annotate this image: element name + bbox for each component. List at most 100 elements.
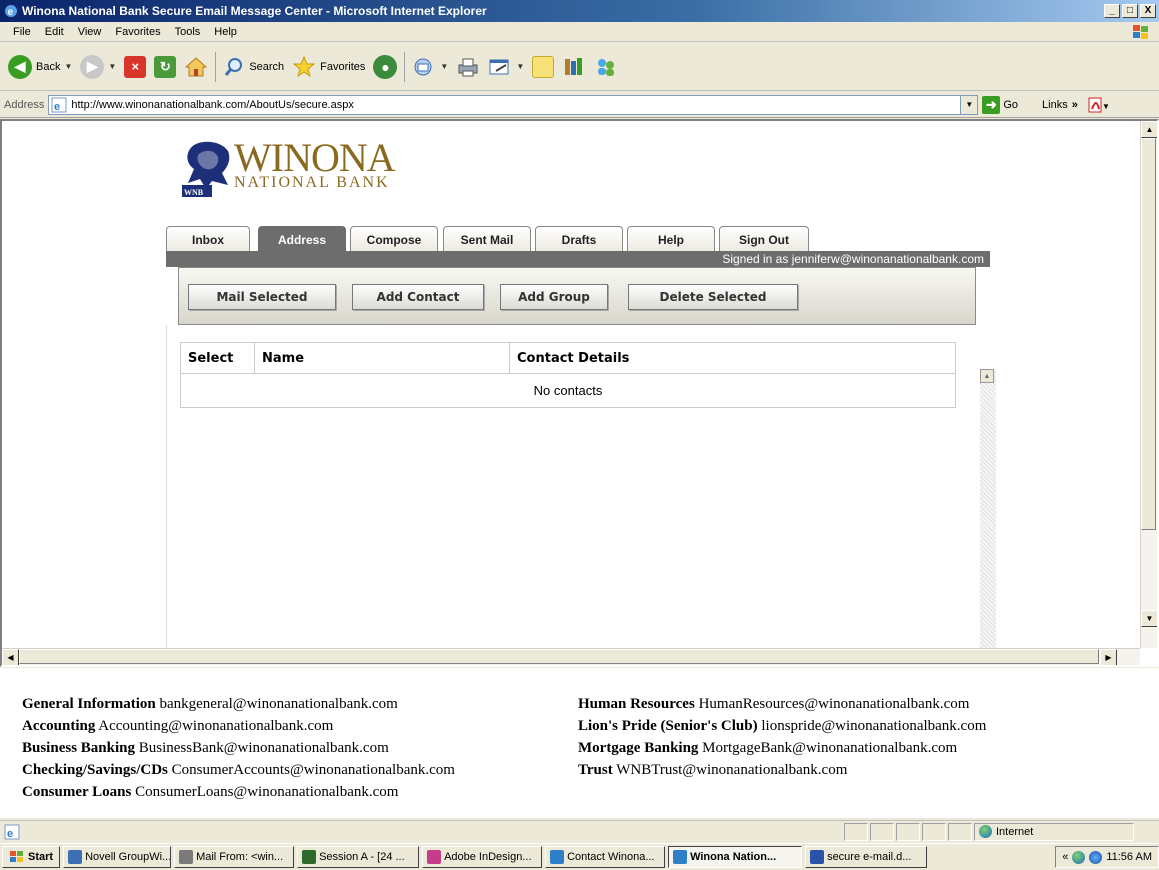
tab-sent-mail[interactable]: Sent Mail [443,226,531,252]
scroll-down-icon[interactable]: ▼ [1141,610,1157,627]
search-label: Search [249,60,285,73]
table-header-row: Select Name Contact Details [180,342,956,374]
zone-label: Internet [996,825,1034,838]
home-button[interactable] [180,49,212,85]
footer-email[interactable]: lionspride@winonanationalbank.com [761,718,986,734]
search-button[interactable]: Search [219,49,288,85]
footer-label: Business Banking [22,740,135,756]
globe-icon [979,825,992,838]
forward-arrow-icon: ▶ [80,54,105,79]
footer-entry: General Information bankgeneral@winonana… [22,693,455,715]
links-toolbar[interactable]: Links » [1042,99,1078,111]
scroll-left-icon[interactable]: ◀ [2,649,19,665]
status-cell [870,822,894,841]
edit-dropdown-icon[interactable]: ▼ [516,62,524,71]
tab-compose[interactable]: Compose [350,226,438,252]
address-dropdown-icon[interactable]: ▼ [960,95,978,114]
horizontal-scrollbar[interactable]: ◀ ▶ [2,648,1140,665]
messenger-button[interactable] [590,49,622,85]
add-group-button[interactable]: Add Group [500,284,608,310]
footer-email[interactable]: ConsumerAccounts@winonanationalbank.com [172,762,455,778]
address-input[interactable]: e http://www.winonanationalbank.com/Abou… [48,94,979,115]
acrobat-icon[interactable]: ▼ [1088,97,1108,113]
research-button[interactable] [558,49,590,85]
back-arrow-icon: ◀ [8,54,32,79]
taskbar-item-indesign[interactable]: Adobe InDesign... [422,846,543,868]
print-button[interactable] [452,49,484,85]
status-cell [948,822,972,841]
back-button[interactable]: ◀ Back ▼ [4,49,76,85]
horizontal-scroll-thumb[interactable] [19,649,1099,664]
go-label: Go [1003,98,1019,111]
logo-main-text: WINONA [234,135,396,180]
inner-scrollbar[interactable]: ▲ [980,369,996,655]
mail-dropdown-icon[interactable]: ▼ [440,62,448,71]
forward-button[interactable]: ▶ ▼ [76,49,120,85]
discuss-button[interactable] [528,49,558,85]
tray-app-icon[interactable] [1089,850,1103,864]
taskbar-item-groupwise[interactable]: Novell GroupWi... [63,846,172,868]
refresh-icon: ↻ [154,55,177,78]
refresh-button[interactable]: ↻ [150,49,180,85]
bank-logo[interactable]: WNB WINONA NATIONAL BANK [182,135,396,197]
printer-icon [458,58,478,76]
forward-dropdown-icon[interactable]: ▼ [108,62,116,71]
taskbar-item-secure-email-doc[interactable]: secure e-mail.d... [805,846,928,868]
add-contact-button[interactable]: Add Contact [352,284,484,310]
back-dropdown-icon[interactable]: ▼ [64,62,72,71]
vertical-scroll-thumb[interactable] [1141,138,1156,530]
menu-view[interactable]: View [71,26,109,38]
mail-icon [414,58,432,75]
menu-edit[interactable]: Edit [38,26,71,38]
status-bar: e Internet [0,820,1159,842]
close-button[interactable]: X [1140,4,1156,18]
media-button[interactable]: ● [369,49,401,85]
footer-email[interactable]: Accounting@winonanationalbank.com [98,718,333,734]
action-panel: Mail Selected Add Contact Add Group Dele… [178,267,976,325]
mail-selected-button[interactable]: Mail Selected [188,284,336,310]
minimize-button[interactable]: _ [1104,4,1120,18]
footer-email[interactable]: bankgeneral@winonanationalbank.com [159,696,397,712]
tab-drafts[interactable]: Drafts [535,226,623,252]
menu-file[interactable]: File [6,26,38,38]
scroll-right-icon[interactable]: ▶ [1100,649,1117,665]
network-icon[interactable] [1072,850,1086,864]
column-header-contact-details[interactable]: Contact Details [509,342,956,374]
task-label: Session A - [24 ... [319,851,405,863]
title-bar[interactable]: e Winona National Bank Secure Email Mess… [0,0,1159,22]
footer-email[interactable]: BusinessBank@winonanationalbank.com [139,740,389,756]
tab-help[interactable]: Help [627,226,715,252]
footer-email[interactable]: HumanResources@winonanationalbank.com [699,696,970,712]
inner-scroll-up-icon[interactable]: ▲ [980,369,994,383]
tray-expand-icon[interactable]: « [1062,851,1068,863]
column-header-name[interactable]: Name [254,342,510,374]
delete-selected-button[interactable]: Delete Selected [628,284,798,310]
column-header-select[interactable]: Select [180,342,255,374]
taskbar-item-contact-winona[interactable]: Contact Winona... [545,846,666,868]
footer-email[interactable]: MortgageBank@winonanationalbank.com [702,740,957,756]
menu-tools[interactable]: Tools [168,26,208,38]
scroll-up-icon[interactable]: ▲ [1141,121,1157,138]
taskbar-item-session[interactable]: Session A - [24 ... [297,846,420,868]
vertical-scrollbar[interactable]: ▲ ▼ [1140,121,1157,648]
go-button[interactable]: ➜ Go [982,95,1019,114]
maximize-button[interactable]: □ [1122,4,1138,18]
footer-email[interactable]: WNBTrust@winonanationalbank.com [616,762,847,778]
menu-favorites[interactable]: Favorites [108,26,167,38]
start-button[interactable]: Start [2,846,61,868]
favorites-button[interactable]: Favorites [288,49,369,85]
menu-help[interactable]: Help [207,26,244,38]
mail-button[interactable]: ▼ [408,49,452,85]
task-label: secure e-mail.d... [827,851,912,863]
toolbar: ◀ Back ▼ ▶ ▼ × ↻ Search Favorites ● ▼ ▼ [0,43,1159,91]
security-zone[interactable]: Internet [974,822,1134,841]
taskbar-item-winona-nation[interactable]: Winona Nation... [668,846,803,868]
edit-button[interactable]: ▼ [484,49,528,85]
links-chevron-icon[interactable]: » [1072,99,1078,111]
footer-email[interactable]: ConsumerLoans@winonanationalbank.com [135,784,398,800]
taskbar-item-mail[interactable]: Mail From: <win... [174,846,295,868]
tab-address[interactable]: Address [258,226,346,252]
tab-sign-out[interactable]: Sign Out [719,226,809,252]
tab-inbox[interactable]: Inbox [166,226,250,252]
stop-button[interactable]: × [120,49,150,85]
